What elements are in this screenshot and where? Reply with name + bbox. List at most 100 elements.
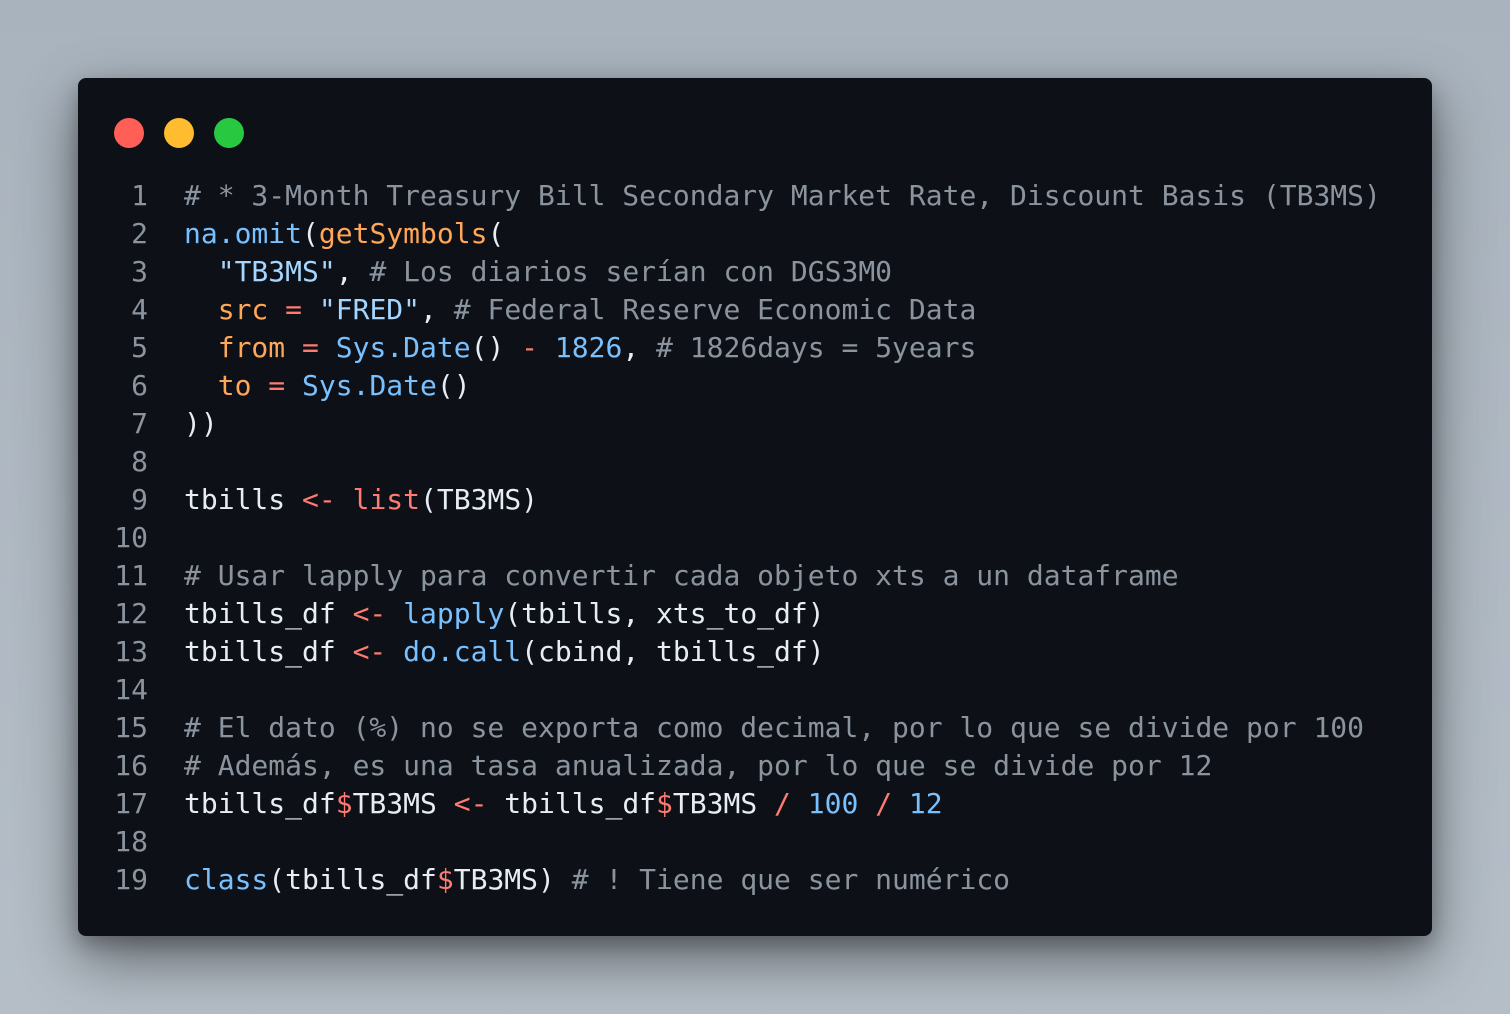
code-token: to (217, 369, 252, 402)
line-number: 9 (131, 483, 148, 516)
code-token: $ (436, 863, 454, 896)
code-token: = (268, 369, 286, 402)
code-line: 12 tbills_df <- lapply(tbills, xts_to_df) (78, 595, 1432, 633)
code-token: src (217, 293, 269, 326)
code-token: Sys.Date (302, 369, 437, 402)
line-number: 3 (131, 255, 148, 288)
close-dot[interactable] (114, 118, 144, 148)
code-token: ( (302, 217, 319, 250)
code-token: = (285, 293, 303, 326)
code-line: 3 "TB3MS", # Los diarios serían con DGS3… (78, 253, 1432, 291)
minimize-dot[interactable] (164, 118, 194, 148)
code-token: () (436, 369, 471, 402)
code-token: (tbills_df (268, 863, 437, 896)
code-line: 10 (78, 519, 1432, 557)
code-token: # ! Tiene que ser numérico (571, 863, 1011, 896)
code-token: # 1826days = 5years (656, 331, 977, 364)
code-line: 14 (78, 671, 1432, 709)
line-source: from = Sys.Date() - 1826, # 1826days = 5… (184, 329, 977, 367)
code-token: tbills_df (184, 635, 353, 668)
line-number: 11 (114, 559, 148, 592)
line-source: tbills_df <- lapply(tbills, xts_to_df) (184, 595, 825, 633)
line-number: 17 (114, 787, 148, 820)
line-source: src = "FRED", # Federal Reserve Economic… (184, 291, 977, 329)
line-source: # Usar lapply para convertir cada objeto… (184, 557, 1179, 595)
code-token: tbills_df (184, 787, 336, 820)
line-number: 10 (114, 521, 148, 554)
code-token: class (184, 863, 269, 896)
code-token: $ (335, 787, 353, 820)
line-number: 1 (131, 179, 148, 212)
code-token: TB3MS) (453, 863, 572, 896)
line-source: # El dato (%) no se exporta como decimal… (184, 709, 1364, 747)
line-number: 14 (114, 673, 148, 706)
line-number: 2 (131, 217, 148, 250)
code-token: # El dato (%) no se exporta como decimal… (184, 711, 1365, 744)
line-number: 13 (114, 635, 148, 668)
code-token: "FRED" (318, 293, 421, 326)
code-token: # Además, es una tasa anualizada, por lo… (184, 749, 1213, 782)
line-source: "TB3MS", # Los diarios serían con DGS3M0 (184, 253, 892, 291)
code-token: 12 (908, 787, 943, 820)
code-line: 1 # * 3-Month Treasury Bill Secondary Mar… (78, 177, 1432, 215)
code-token: list (352, 483, 421, 516)
line-source: class(tbills_df$TB3MS) # ! Tiene que ser… (184, 861, 1010, 899)
code-token: <- (352, 635, 387, 668)
code-line: 8 (78, 443, 1432, 481)
code-line: 11 # Usar lapply para convertir cada obje… (78, 557, 1432, 595)
code-token: do.call (403, 635, 522, 668)
line-number: 16 (114, 749, 148, 782)
code-line: 17 tbills_df$TB3MS <- tbills_df$TB3MS / 1… (78, 785, 1432, 823)
line-number: 5 (131, 331, 148, 364)
line-source: )) (184, 405, 218, 443)
code-token: , (420, 293, 454, 326)
code-token: <- (453, 787, 488, 820)
code-token: (TB3MS) (420, 483, 539, 516)
line-number: 4 (131, 293, 148, 326)
code-token: Sys.Date (335, 331, 471, 364)
line-number: 8 (131, 445, 148, 478)
maximize-dot[interactable] (214, 118, 244, 148)
line-source: na.omit(getSymbols( (184, 215, 504, 253)
code-token: tbills (184, 483, 303, 516)
code-token: <- (352, 597, 387, 630)
code-token: getSymbols (318, 217, 488, 250)
code-token: (cbind, tbills_df) (521, 635, 825, 668)
code-window: 1 # * 3-Month Treasury Bill Secondary Mar… (78, 78, 1432, 936)
code-token: () (470, 331, 522, 364)
code-token: / (875, 787, 893, 820)
line-source: tbills <- list(TB3MS) (184, 481, 538, 519)
code-token: - (521, 331, 539, 364)
code-token: lapply (403, 597, 505, 630)
code-token: tbills_df (184, 597, 353, 630)
code-line: 7)) (78, 405, 1432, 443)
code-token: # Usar lapply para convertir cada objeto… (184, 559, 1179, 592)
code-line: 4 src = "FRED", # Federal Reserve Econom… (78, 291, 1432, 329)
code-token: $ (656, 787, 673, 820)
code-token: <- (302, 483, 336, 516)
line-source: tbills_df$TB3MS <- tbills_df$TB3MS / 100… (184, 785, 943, 823)
code-token: 100 (807, 787, 859, 820)
code-line: 15 # El dato (%) no se exporta como decim… (78, 709, 1432, 747)
code-token: )) (184, 407, 218, 440)
code-line: 19 class(tbills_df$TB3MS) # ! Tiene que s… (78, 861, 1432, 899)
code-token: # Los diarios serían con DGS3M0 (369, 255, 893, 288)
code-token: / (774, 787, 791, 820)
code-token: TB3MS (672, 787, 775, 820)
line-source: # * 3-Month Treasury Bill Secondary Mark… (184, 177, 1381, 215)
